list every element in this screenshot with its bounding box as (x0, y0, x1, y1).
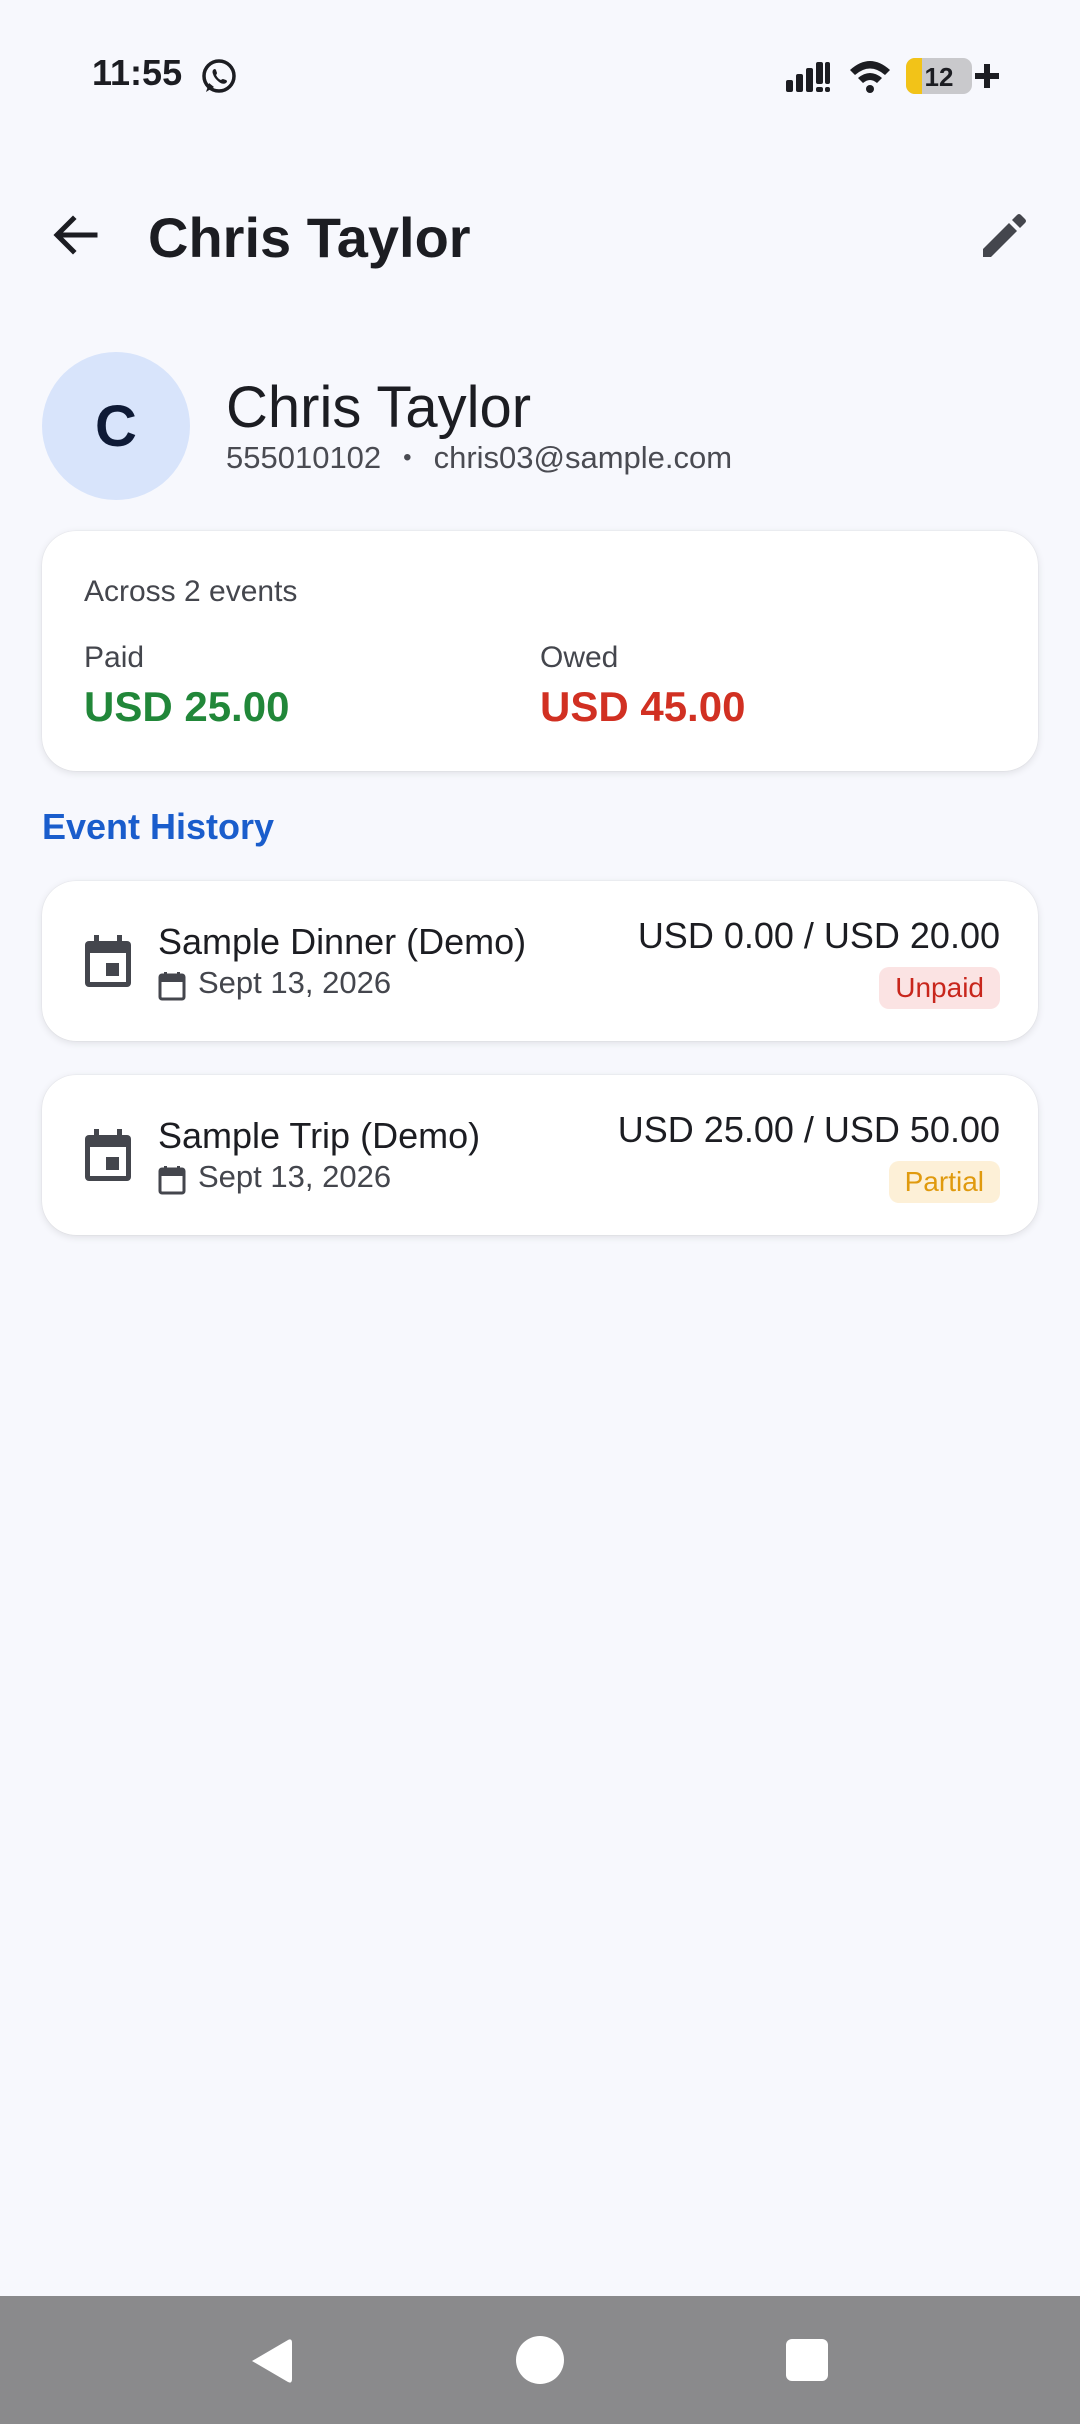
profile-contact-line: 555010102 • chris03@sample.com (226, 440, 732, 476)
event-card[interactable]: Sample Dinner (Demo) Sept 13, 2026 USD 0… (42, 881, 1038, 1041)
event-name: Sample Dinner (Demo) (158, 921, 527, 962)
arrow-back-icon (53, 215, 98, 255)
avatar-initial: C (95, 393, 137, 459)
status-badge: Partial (888, 1161, 1000, 1203)
charging-plus-icon (975, 64, 999, 88)
calendar-small-icon (158, 972, 186, 1001)
signal-icon (786, 62, 830, 92)
pencil-edit-icon (983, 214, 1026, 257)
calendar-small-icon (158, 1166, 186, 1195)
summary-card: Across 2 events Paid USD 25.00 Owed USD … (42, 531, 1038, 771)
event-date: Sept 13, 2026 (198, 965, 392, 1000)
status-bar: 11:55 12 (0, 0, 1080, 150)
nav-back-icon[interactable] (248, 2336, 294, 2386)
event-card[interactable]: Sample Trip (Demo) Sept 13, 2026 USD 25.… (42, 1075, 1038, 1235)
wifi-icon (850, 61, 890, 93)
back-button[interactable] (40, 200, 110, 270)
calendar-event-icon (85, 1129, 131, 1181)
event-date: Sept 13, 2026 (198, 1159, 392, 1194)
owed-label: Owed (540, 641, 619, 674)
nav-recents-icon[interactable] (786, 2339, 828, 2381)
profile-email: chris03@sample.com (433, 440, 733, 475)
battery-icon: 12 (906, 58, 972, 94)
summary-label: Across 2 events (84, 575, 298, 608)
calendar-event-icon (85, 935, 131, 987)
system-nav-bar (0, 2296, 1080, 2424)
paid-value: USD 25.00 (84, 683, 290, 730)
event-amount: USD 0.00 / USD 20.00 (637, 915, 1000, 956)
battery-percent: 12 (924, 62, 954, 92)
avatar: C (42, 352, 190, 500)
nav-home-icon[interactable] (516, 2336, 564, 2384)
status-time: 11:55 (92, 52, 183, 93)
page-title: Chris Taylor (148, 206, 471, 269)
contact-detail-screen: 11:55 12 Chris Taylor C Chris Taylor 555… (0, 0, 1080, 2424)
paid-label: Paid (84, 641, 145, 674)
whatsapp-icon (202, 59, 236, 93)
edit-button[interactable] (970, 200, 1040, 270)
profile-phone: 555010102 (226, 440, 382, 475)
section-title-event-history: Event History (42, 806, 275, 847)
profile-name: Chris Taylor (226, 375, 532, 440)
event-amount: USD 25.00 / USD 50.00 (617, 1109, 1000, 1150)
separator-dot: • (403, 444, 412, 471)
owed-value: USD 45.00 (540, 683, 746, 730)
event-name: Sample Trip (Demo) (158, 1115, 481, 1156)
status-badge: Unpaid (879, 967, 1000, 1009)
